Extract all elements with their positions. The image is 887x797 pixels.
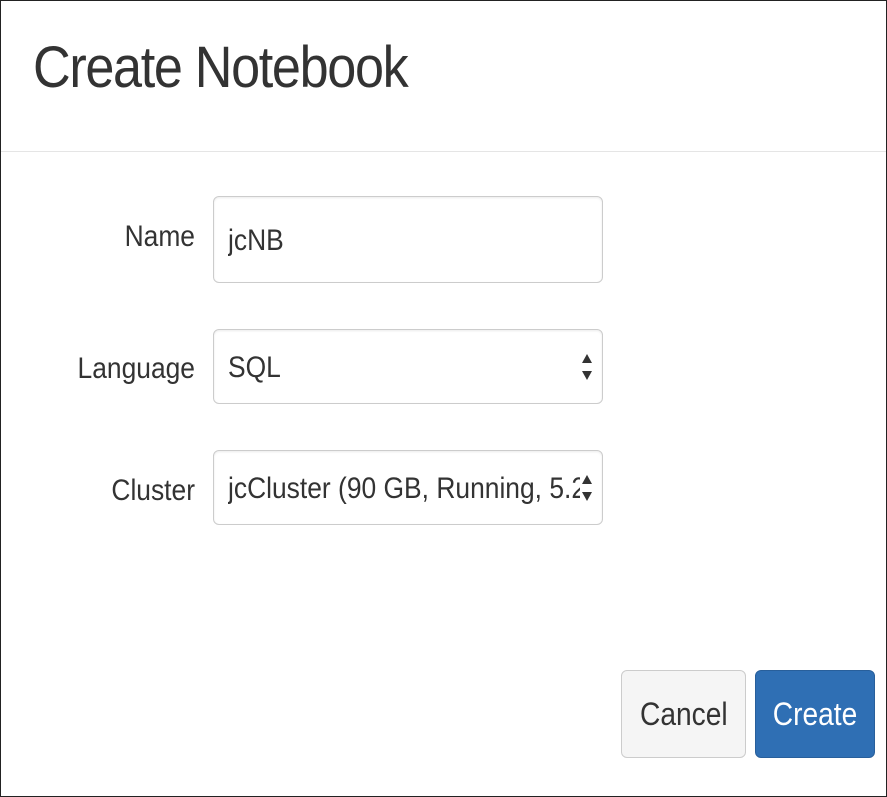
create-button-label: Create [772,695,858,732]
cancel-button-label: Cancel [639,695,728,732]
cluster-label: Cluster [111,474,195,507]
language-select-value: SQL [228,351,281,384]
cancel-button[interactable]: Cancel [621,670,746,758]
create-button[interactable]: Create [755,670,875,758]
name-input[interactable]: jcNB [213,196,603,283]
language-select[interactable]: SQL [213,329,603,404]
up-down-caret-icon [580,350,594,384]
dialog-title: Create Notebook [33,35,409,100]
name-label: Name [124,220,195,253]
up-down-caret-icon [580,471,594,505]
cluster-select-value: jcCluster (90 GB, Running, 5.2 (inc [228,472,580,505]
dialog-header: Create Notebook [1,1,886,152]
language-label: Language [77,352,195,385]
cluster-select[interactable]: jcCluster (90 GB, Running, 5.2 (inc [213,450,603,525]
create-notebook-dialog: Create Notebook Name jcNB Language SQL C… [0,0,887,797]
name-input-value: jcNB [228,224,284,257]
